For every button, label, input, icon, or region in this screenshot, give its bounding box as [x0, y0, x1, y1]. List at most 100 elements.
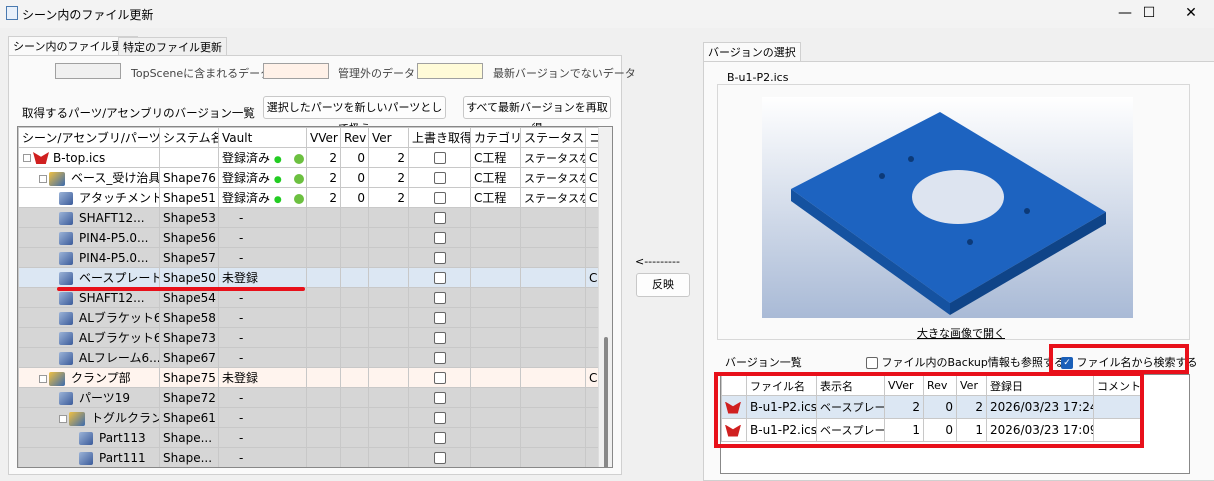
close-button[interactable]: ✕ [1168, 0, 1214, 28]
table-row[interactable]: ベースプレート Shape50 未登録 C [18, 267, 612, 288]
system-name-cell: Shape53 [159, 207, 219, 228]
ver-cell: 2 [368, 187, 409, 208]
overwrite-cell [408, 447, 471, 467]
part-icon [79, 431, 93, 445]
overwrite-cell [408, 227, 471, 248]
category-cell [470, 227, 521, 248]
overwrite-checkbox[interactable] [433, 292, 446, 304]
vver-cell [306, 287, 341, 308]
scrollbar-thumb[interactable] [604, 337, 608, 467]
overwrite-checkbox[interactable] [433, 152, 446, 164]
column-header[interactable]: VVer [306, 127, 341, 148]
ver-cell: 2 [368, 167, 409, 188]
part-name: ALブラケット6 [79, 311, 160, 325]
table-row[interactable]: アタッチメント Shape51 登録済み ● 2 0 2 C工程 ステータスなし… [18, 187, 612, 208]
column-header[interactable]: システム名 [159, 127, 219, 148]
grid-scrollbar[interactable] [598, 127, 612, 467]
expand-toggle[interactable] [39, 174, 47, 183]
highlight-underline [57, 287, 305, 291]
apply-button[interactable]: 反映 [636, 273, 690, 297]
checkbox-box[interactable] [866, 357, 878, 369]
vault-status: - [239, 430, 244, 445]
rev-cell: 0 [340, 187, 369, 208]
vault-cell: - [218, 347, 307, 368]
rev-cell [340, 287, 369, 308]
overwrite-checkbox[interactable] [433, 252, 446, 264]
part-name: PIN4-P5.0... [79, 230, 149, 245]
app-icon [6, 6, 18, 20]
overwrite-checkbox[interactable] [433, 312, 446, 324]
overwrite-checkbox[interactable] [433, 272, 446, 284]
backup-checkbox[interactable]: ファイル内のBackup情報も参照する [866, 354, 1065, 370]
column-header[interactable]: シーン/アセンブリ/パーツ名 [18, 127, 160, 148]
rev-cell: 0 [340, 167, 369, 188]
system-name-cell: Shape... [159, 447, 219, 467]
check-circle-icon [293, 193, 304, 204]
table-row[interactable]: ALフレーム6... Shape67 - [18, 347, 612, 368]
table-row[interactable]: Part111 Shape... - [18, 447, 612, 467]
category-cell [470, 267, 521, 288]
overwrite-checkbox[interactable] [433, 232, 446, 244]
table-row[interactable]: PIN4-P5.0... Shape57 - [18, 247, 612, 268]
overwrite-checkbox[interactable] [433, 332, 446, 344]
open-large-image-link[interactable]: 大きな画像で開く [917, 325, 1005, 341]
overwrite-cell [408, 187, 471, 208]
system-name-cell: Shape50 [159, 267, 219, 288]
name-cell: PIN4-P5.0... [18, 247, 160, 268]
system-name-cell: Shape76 [159, 167, 219, 188]
overwrite-checkbox[interactable] [433, 452, 446, 464]
rev-cell [340, 247, 369, 268]
column-header[interactable]: 上書き取得 [408, 127, 471, 148]
overwrite-checkbox[interactable] [433, 432, 446, 444]
table-row[interactable]: ALブラケット6 Shape73 - [18, 327, 612, 348]
table-row[interactable]: トグルクラン... Shape61 - [18, 407, 612, 428]
table-row[interactable]: B-top.ics 登録済み ● 2 0 2 C工程 ステータスなし C [18, 147, 612, 168]
tab-specific-update[interactable]: 特定のファイル更新 [118, 37, 227, 57]
expand-toggle[interactable] [23, 154, 31, 162]
vault-status: 登録済み [222, 191, 271, 205]
vault-status: - [239, 230, 244, 245]
category-cell: C工程 [470, 167, 521, 188]
system-name-cell: Shape75 [159, 367, 219, 388]
window-title: シーン内のファイル更新 [22, 8, 154, 22]
vault-status: - [239, 350, 244, 365]
expand-toggle[interactable] [59, 414, 67, 423]
tab-version-select[interactable]: バージョンの選択 [703, 42, 801, 62]
category-cell [470, 447, 521, 467]
expand-toggle[interactable] [39, 374, 47, 383]
part-name: SHAFT12... [79, 210, 145, 225]
maximize-button[interactable]: ☐ [1126, 0, 1172, 28]
category-cell [470, 247, 521, 268]
table-row[interactable]: SHAFT12... Shape53 - [18, 207, 612, 228]
table-row[interactable]: Part113 Shape... - [18, 427, 612, 448]
refetch-all-latest-button[interactable]: すべて最新バージョンを再取得 [463, 96, 611, 135]
column-header[interactable]: Vault [218, 127, 307, 148]
part-name: ベース_受け治具 [71, 171, 160, 185]
column-header[interactable]: Ver [368, 127, 409, 148]
status-cell: ステータスなし [520, 167, 586, 188]
table-row[interactable]: ベース_受け治具 Shape76 登録済み ● 2 0 2 C工程 ステータスな… [18, 167, 612, 188]
overwrite-checkbox[interactable] [433, 352, 446, 364]
overwrite-checkbox[interactable] [433, 372, 446, 384]
system-name-cell: Shape... [159, 427, 219, 448]
vault-cell: - [218, 387, 307, 408]
assembly-icon [49, 171, 65, 186]
vver-cell [306, 367, 341, 388]
table-row[interactable]: クランプ部 Shape75 未登録 C [18, 367, 612, 388]
table-row[interactable]: ALブラケット6 Shape58 - [18, 307, 612, 328]
part-icon [59, 332, 73, 345]
part-name: Part111 [99, 450, 146, 465]
table-row[interactable]: PIN4-P5.0... Shape56 - [18, 227, 612, 248]
overwrite-checkbox[interactable] [433, 392, 446, 404]
overwrite-checkbox[interactable] [433, 192, 446, 204]
treat-as-new-parts-button[interactable]: 選択したパーツを新しいパーツとして扱う [263, 96, 446, 135]
table-row[interactable]: パーツ19 Shape72 - [18, 387, 612, 408]
column-header[interactable]: Rev [340, 127, 369, 148]
vault-status: - [239, 310, 244, 325]
overwrite-checkbox[interactable] [433, 412, 446, 424]
column-header[interactable]: ステータス [520, 127, 586, 148]
column-header[interactable]: カテゴリ [470, 127, 521, 148]
part-name: トグルクラン... [91, 411, 159, 425]
overwrite-checkbox[interactable] [433, 212, 446, 224]
overwrite-checkbox[interactable] [433, 172, 446, 184]
